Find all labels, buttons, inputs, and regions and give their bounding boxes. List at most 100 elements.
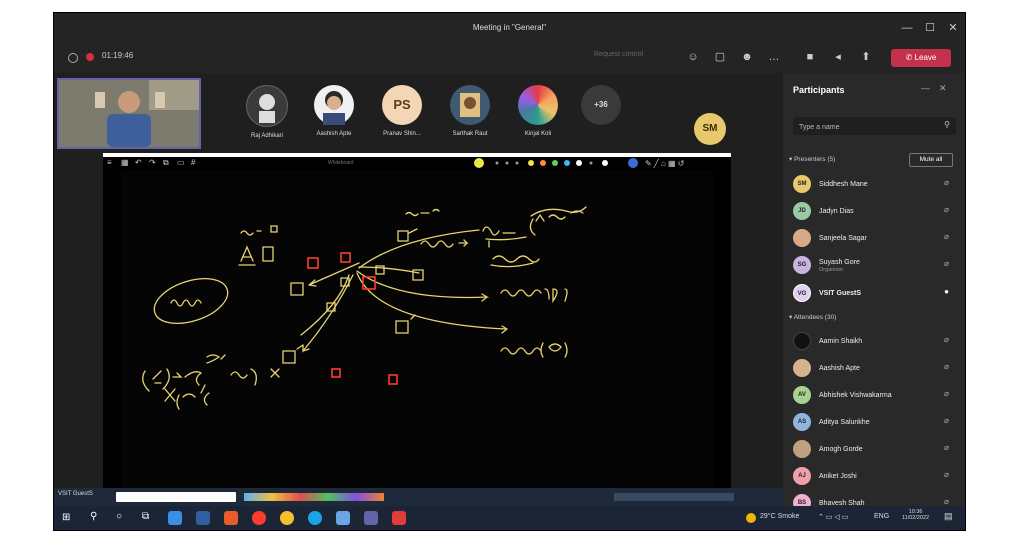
cortana-icon[interactable]: ○ [116, 511, 122, 522]
list-item[interactable]: VG VSIT GuestS ● [793, 284, 959, 304]
participant-tile[interactable]: Sarthak Raut [435, 85, 505, 137]
avatar: AJ [793, 467, 811, 485]
shared-whiteboard[interactable]: ≡ ▦ ↶ ↷ ⧉ ▭ # Whiteboard ✎ ╱ ⌂ ▦ ↺ [103, 153, 731, 490]
avatar: SG [793, 256, 811, 274]
title-bar: Meeting in "General" — ☐ ✕ [54, 13, 965, 43]
teams-icon[interactable] [364, 511, 378, 525]
participant-name: Pranav Shin... [383, 131, 421, 137]
participant-tile[interactable]: Kinjal Koli [503, 85, 573, 137]
clock-date: 11/02/2022 [902, 515, 930, 521]
windows-start-icon[interactable]: ⊞ [62, 512, 70, 523]
weather-icon [746, 513, 756, 523]
people-icon[interactable]: ☺ [684, 48, 702, 66]
mute-all-button[interactable]: Mute all [909, 153, 953, 167]
list-item[interactable]: Aashish Apte ⌀ [793, 359, 959, 379]
language-indicator[interactable]: ENG [874, 513, 889, 520]
mic-muted-icon: ⌀ [944, 178, 949, 187]
list-item[interactable]: Aamin Shaikh ⌀ [793, 332, 959, 352]
mic-muted-icon: ⌀ [944, 205, 949, 214]
participant-name: Abhishek Vishwakarma [819, 392, 892, 399]
maximize-icon[interactable]: ☐ [920, 13, 940, 43]
mic-icon[interactable]: ◂ [829, 48, 847, 66]
list-item[interactable]: Sanjeela Sagar ⌀ [793, 229, 959, 249]
mic-muted-icon: ⌀ [944, 443, 949, 452]
minimize-icon[interactable]: — [897, 13, 917, 43]
menu-icon[interactable]: ≡ [107, 157, 112, 169]
more-participants-tile[interactable]: +36 [566, 85, 636, 125]
redo-icon[interactable]: ↷ [149, 157, 156, 169]
list-item[interactable]: SG Suyash Gore Organizer ⌀ [793, 256, 959, 276]
list-item[interactable]: JD Jadyn Dias ⌀ [793, 202, 959, 222]
list-item[interactable]: AV Abhishek Vishwakarma ⌀ [793, 386, 959, 406]
reactions-icon[interactable]: ☻ [738, 48, 756, 66]
list-item[interactable]: Amogh Gorde ⌀ [793, 440, 959, 460]
participant-name: Aashish Apte [316, 131, 352, 137]
presenters-section-label[interactable]: ▾ Presenters (5) [789, 155, 835, 163]
mic-muted-icon: ⌀ [944, 335, 949, 344]
overflow-count: +36 [581, 85, 621, 125]
mic-muted-icon: ⌀ [944, 470, 949, 479]
active-speaker-avatar[interactable]: SM [694, 113, 726, 145]
grid-icon[interactable]: ▦ [121, 157, 129, 169]
list-item[interactable]: SM Siddhesh Mane ⌀ [793, 175, 959, 195]
avatar: PS [382, 85, 422, 125]
hash-icon[interactable]: # [191, 157, 195, 169]
more-icon[interactable]: … [765, 48, 783, 66]
app2-icon[interactable] [392, 511, 406, 525]
attendees-section-label[interactable]: ▾ Attendees (30) [789, 313, 836, 321]
participant-name: Kinjal Koli [524, 131, 552, 137]
whiteboard-drawing [142, 206, 587, 410]
store-icon[interactable] [168, 511, 182, 525]
participant-tile[interactable]: Aashish Apte [299, 85, 369, 137]
self-view-video[interactable] [57, 78, 201, 149]
collapse-icon[interactable]: — [921, 83, 930, 93]
participant-name: Aniket Joshi [819, 473, 857, 480]
chat-icon[interactable]: ▢ [711, 48, 729, 66]
participant-name: Jadyn Dias [819, 208, 854, 215]
clock[interactable]: 10:36 11/02/2022 [902, 509, 929, 521]
shared-search-box [116, 492, 236, 502]
recording-icon [86, 53, 94, 61]
notifications-icon[interactable]: ▤ [944, 511, 953, 522]
leave-label: Leave [914, 53, 937, 62]
shield-icon [68, 53, 78, 63]
participant-tile[interactable]: Raj Adhikari [232, 85, 302, 139]
shared-screen-taskbar: VSIT GuestS [54, 488, 783, 506]
app-icon[interactable] [336, 511, 350, 525]
firefox-icon[interactable] [224, 511, 238, 525]
avatar [793, 359, 811, 377]
weather-text[interactable]: 29°C Smoke [760, 513, 799, 520]
chrome-icon[interactable] [280, 511, 294, 525]
search-input[interactable] [793, 117, 941, 137]
color-palette[interactable]: ✎ ╱ ⌂ ▦ ↺ [473, 157, 733, 169]
participant-tile[interactable]: PS Pranav Shin... [367, 85, 437, 137]
files-icon[interactable] [196, 511, 210, 525]
meeting-toolbar: 01:19:46 Request control ☺ ▢ ☻ … ■ ◂ ⬆ ✆… [54, 43, 965, 73]
participant-search[interactable]: ⚲ [793, 117, 956, 137]
mic-muted-icon: ⌀ [944, 259, 949, 268]
close-panel-icon[interactable]: ✕ [939, 83, 947, 94]
task-view-icon[interactable]: ⧉ [142, 511, 149, 522]
list-item[interactable]: AJ Aniket Joshi ⌀ [793, 467, 959, 487]
opera-icon[interactable] [252, 511, 266, 525]
avatar [793, 229, 811, 247]
copy-icon[interactable]: ⧉ [163, 157, 169, 169]
search-icon: ⚲ [944, 120, 950, 129]
windows-taskbar: ⊞ ⚲ ○ ⧉ 29°C Smoke ⌃ ▭ ◁ ▭ ENG 10:36 11/… [54, 506, 965, 530]
page-icon[interactable]: ▭ [177, 157, 185, 169]
whiteboard-canvas[interactable] [121, 171, 713, 488]
shared-screen-label: VSIT GuestS [58, 491, 93, 497]
edge-icon[interactable] [308, 511, 322, 525]
share-icon[interactable]: ⬆ [857, 48, 875, 66]
avatar [793, 332, 811, 350]
mic-muted-icon: ⌀ [944, 389, 949, 398]
leave-button[interactable]: ✆ Leave [891, 49, 951, 67]
list-item[interactable]: AS Aditya Salunkhe ⌀ [793, 413, 959, 433]
participant-name: Raj Adhikari [250, 133, 283, 139]
camera-icon[interactable]: ■ [801, 48, 819, 66]
request-control-button[interactable]: Request control [594, 51, 643, 58]
undo-icon[interactable]: ↶ [135, 157, 142, 169]
tray-icons[interactable]: ⌃ ▭ ◁ ▭ [818, 513, 848, 521]
search-icon[interactable]: ⚲ [90, 511, 97, 522]
close-icon[interactable]: ✕ [943, 13, 963, 43]
